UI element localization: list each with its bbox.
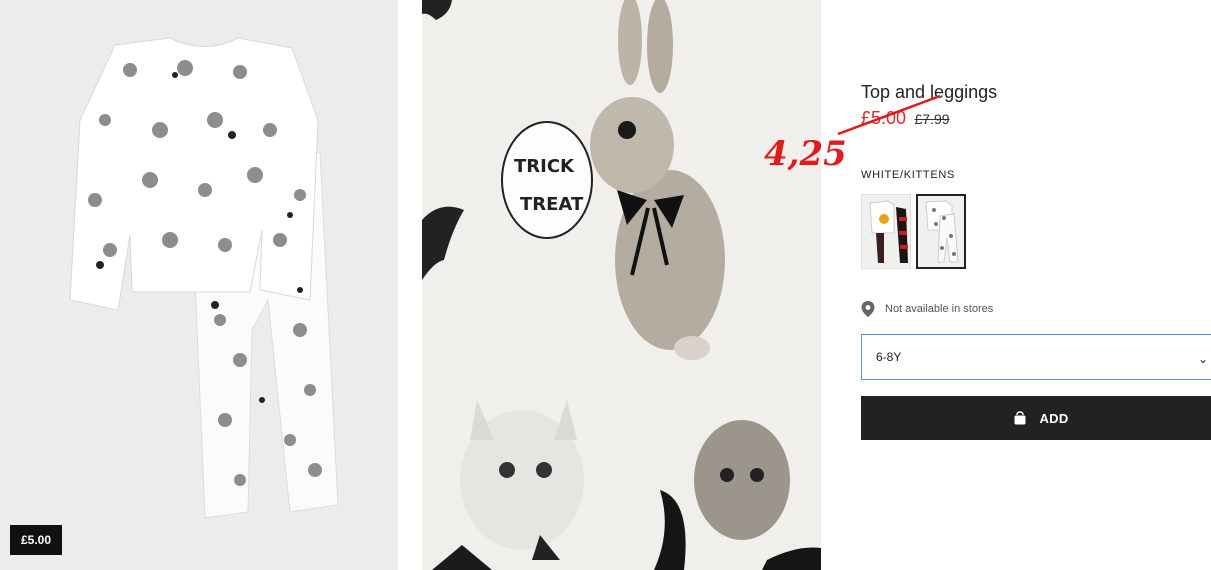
color-name: WHITE/KITTENS xyxy=(861,169,956,181)
size-select[interactable]: 6-8Y ⌄ xyxy=(861,334,1211,380)
add-button-label: ADD xyxy=(1039,410,1069,426)
bubble-text-2: TREAT xyxy=(520,194,584,215)
color-swatch-1[interactable] xyxy=(861,194,911,269)
product-image-detail[interactable]: TRICK TREAT xyxy=(422,0,821,570)
availability-text: Not available in stores xyxy=(885,303,994,315)
product-title: Top and leggings xyxy=(861,82,998,102)
size-selected-value: 6-8Y xyxy=(876,350,902,364)
price-row: £5.00 £7.99 xyxy=(861,108,950,129)
store-availability: Not available in stores xyxy=(861,301,993,317)
product-image-main[interactable]: £5.00 xyxy=(0,0,398,570)
sale-price: £5.00 xyxy=(861,108,907,128)
pajama-illustration xyxy=(69,37,339,519)
swatch-thumbnail-1 xyxy=(869,200,908,263)
color-swatch-2-selected[interactable] xyxy=(916,194,966,269)
bunny-kitten-closeup: TRICK TREAT xyxy=(422,0,821,570)
shopping-bag-icon xyxy=(1014,411,1026,425)
add-to-bag-button[interactable]: ADD xyxy=(861,396,1211,440)
price-badge: £5.00 xyxy=(10,525,63,555)
map-pin-icon xyxy=(861,301,875,317)
swatch-thumbnail-2 xyxy=(925,200,959,263)
bubble-text-1: TRICK xyxy=(514,156,575,177)
original-price: £7.99 xyxy=(914,111,950,127)
chevron-down-icon: ⌄ xyxy=(1197,352,1208,366)
handwritten-price-annotation: 4,25 xyxy=(764,134,847,174)
